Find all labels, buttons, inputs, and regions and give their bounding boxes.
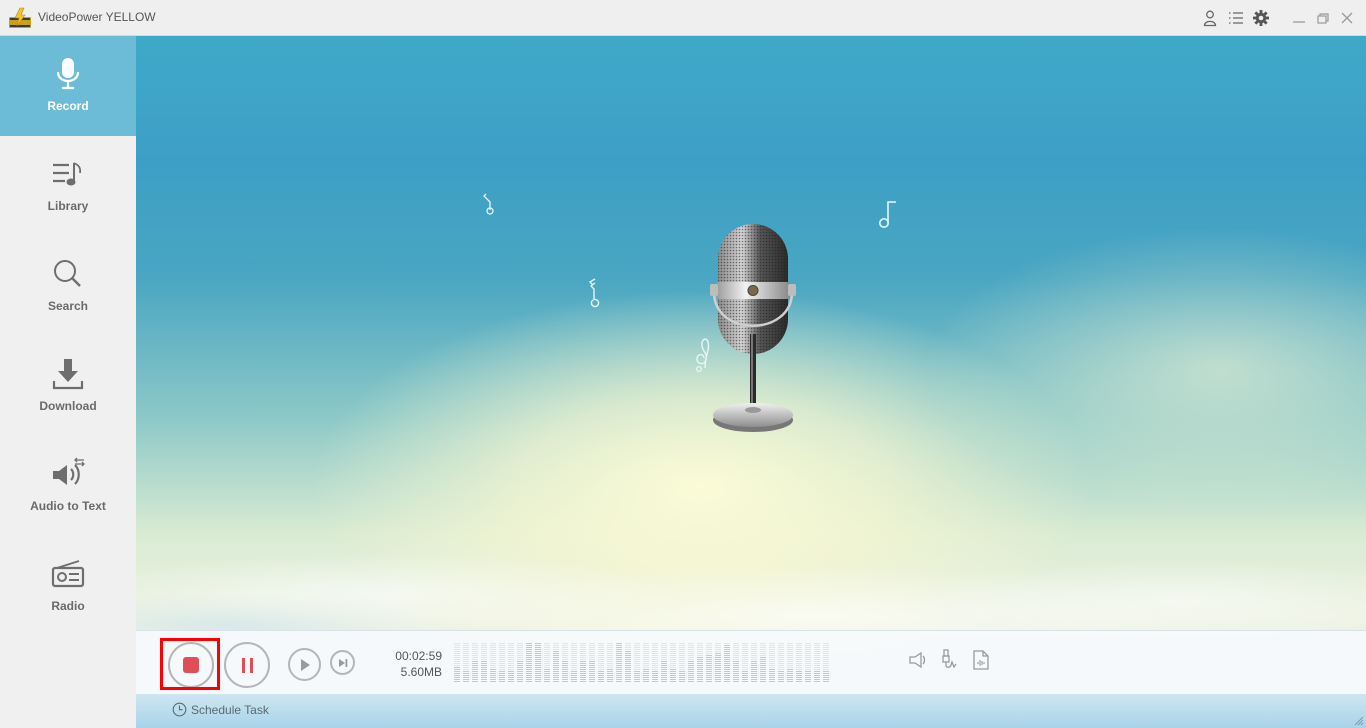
sidebar-item-label: Audio to Text [30, 499, 106, 513]
skip-next-icon [338, 658, 347, 667]
meter-column [715, 643, 721, 683]
meter-column [814, 643, 820, 683]
schedule-task-button[interactable]: Schedule Task [172, 702, 269, 717]
meter-column [778, 643, 784, 683]
close-icon[interactable] [1338, 9, 1356, 27]
meter-column [625, 643, 631, 683]
meter-column [769, 643, 775, 683]
meter-column [598, 643, 604, 683]
meter-column [472, 643, 478, 683]
meter-column [535, 643, 541, 683]
settings-gear-icon[interactable] [1252, 9, 1270, 27]
elapsed-time: 00:02:59 [395, 649, 442, 663]
meter-column [589, 643, 595, 683]
minimize-icon[interactable] [1290, 9, 1308, 27]
meter-column [796, 643, 802, 683]
restore-icon[interactable] [1314, 9, 1332, 27]
sidebar-item-label: Download [39, 399, 97, 413]
meter-column [661, 643, 667, 683]
music-note-icon [588, 278, 600, 308]
meter-column [634, 643, 640, 683]
meter-column [481, 643, 487, 683]
meter-column [733, 643, 739, 683]
music-note-icon [879, 201, 896, 228]
meter-column [517, 643, 523, 683]
meter-column [652, 643, 658, 683]
meter-column [553, 643, 559, 683]
radio-icon [50, 556, 86, 592]
meter-column [706, 643, 712, 683]
recording-status: 00:02:59 5.60MB [372, 648, 442, 680]
meter-column [607, 643, 613, 683]
sidebar-item-record[interactable]: Record [0, 36, 136, 136]
meter-column [787, 643, 793, 683]
clock-icon [172, 702, 187, 717]
sidebar-item-label: Radio [51, 599, 85, 613]
stop-icon [183, 657, 199, 673]
meter-column [742, 643, 748, 683]
meter-column [670, 643, 676, 683]
meter-column [724, 643, 730, 683]
meter-column [679, 643, 685, 683]
sidebar-item-download[interactable]: Download [0, 336, 136, 436]
sidebar-item-audio-to-text[interactable]: Audio to Text [0, 436, 136, 536]
meter-column [562, 643, 568, 683]
meter-column [643, 643, 649, 683]
meter-column [751, 643, 757, 683]
meter-column [454, 643, 460, 683]
music-library-icon [50, 156, 86, 192]
meter-column [805, 643, 811, 683]
sidebar-item-search[interactable]: Search [0, 236, 136, 336]
record-stage: 00:02:59 5.60MB Schedule Task [136, 36, 1366, 728]
search-icon [50, 256, 86, 292]
pause-button[interactable] [224, 642, 270, 688]
audio-file-icon[interactable] [970, 649, 992, 671]
microphone-input-icon[interactable] [939, 649, 961, 671]
meter-column [544, 643, 550, 683]
meter-column [499, 643, 505, 683]
meter-column [490, 643, 496, 683]
microphone-illustration [710, 224, 796, 432]
meter-column [823, 643, 829, 683]
app-logo-icon [9, 7, 31, 28]
sidebar-item-radio[interactable]: Radio [0, 536, 136, 636]
app-title: VideoPower YELLOW [38, 10, 156, 24]
meter-column [463, 643, 469, 683]
recorder-control-bar: 00:02:59 5.60MB [136, 630, 1366, 694]
bottom-bar: Schedule Task [136, 694, 1366, 728]
pause-icon [241, 657, 253, 673]
resize-grip-icon[interactable] [1354, 716, 1364, 726]
sidebar-item-library[interactable]: Library [0, 136, 136, 236]
microphone-icon [50, 56, 86, 92]
meter-column [508, 643, 514, 683]
stop-record-button[interactable] [168, 642, 214, 688]
schedule-task-label: Schedule Task [191, 702, 269, 717]
music-note-icon [483, 193, 494, 215]
sidebar-item-label: Record [47, 99, 89, 113]
cloud-background [136, 488, 1366, 638]
sidebar-item-label: Search [47, 299, 89, 313]
play-icon [300, 658, 310, 671]
meter-column [571, 643, 577, 683]
sidebar: Record Library Search Download Audio to … [0, 36, 136, 728]
meter-column [697, 643, 703, 683]
download-icon [50, 356, 86, 392]
file-size: 5.60MB [400, 665, 442, 679]
meter-column [526, 643, 532, 683]
speaker-convert-icon [50, 456, 86, 492]
next-button[interactable] [330, 650, 355, 675]
user-icon[interactable] [1201, 9, 1219, 27]
play-button[interactable] [288, 648, 321, 681]
meter-column [760, 643, 766, 683]
meter-column [616, 643, 622, 683]
sidebar-item-label: Library [47, 199, 89, 213]
menu-list-icon[interactable] [1227, 9, 1245, 27]
meter-column [688, 643, 694, 683]
title-bar: VideoPower YELLOW [0, 0, 1366, 36]
audio-level-meter [454, 643, 832, 683]
meter-column [580, 643, 586, 683]
system-sound-icon[interactable] [908, 649, 930, 671]
